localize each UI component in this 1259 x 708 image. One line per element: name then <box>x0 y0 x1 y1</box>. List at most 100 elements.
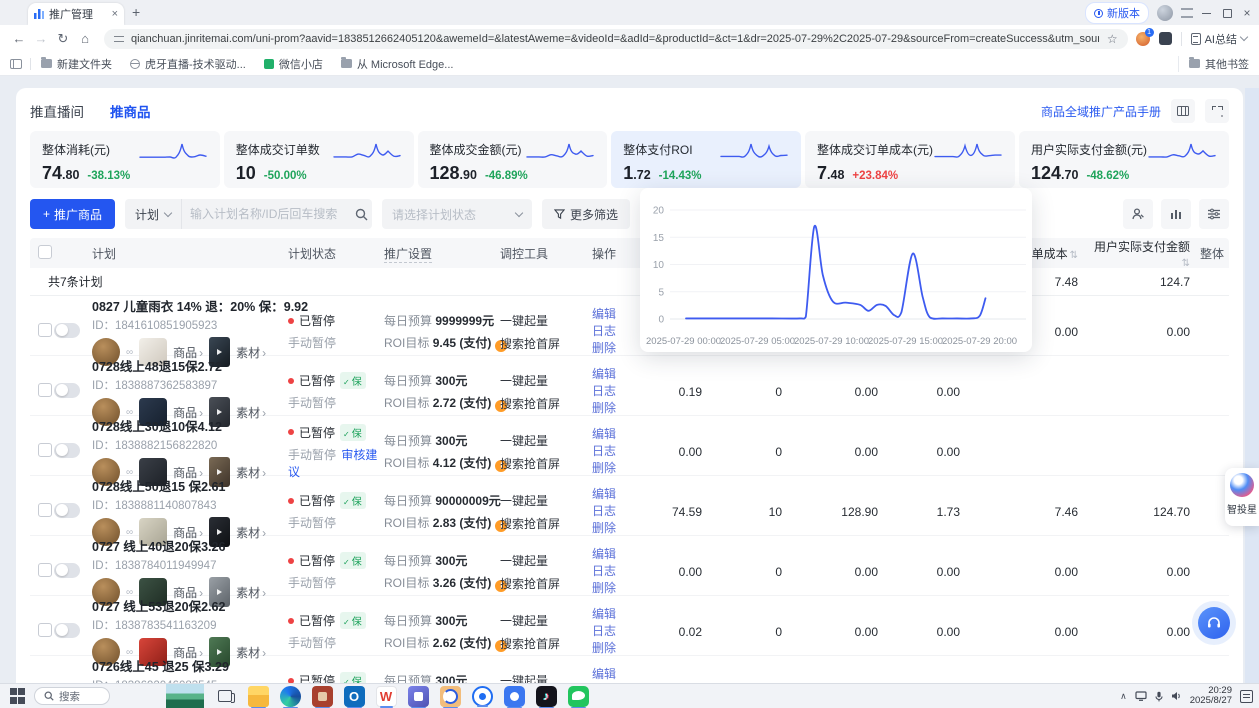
taskbar-search[interactable]: 搜索 <box>34 687 110 705</box>
col-tools[interactable]: 调控工具 <box>500 245 592 262</box>
one-key-boost-link[interactable]: 一键起量 <box>500 432 592 449</box>
row-enable-toggle[interactable] <box>54 323 80 338</box>
address-bar[interactable]: qianchuan.jinritemai.com/uni-prom?aavid=… <box>104 29 1128 49</box>
taskbar-app-icon[interactable] <box>376 686 397 707</box>
log-link[interactable]: 日志 <box>592 563 650 580</box>
product-manual-link[interactable]: 商品全域推广产品手册 <box>1041 103 1161 120</box>
metric-card[interactable]: 用户实际支付金额(元) 124.70 -48.62% <box>1019 131 1229 188</box>
fullscreen-button[interactable] <box>1205 99 1229 123</box>
taskbar-app-icon[interactable] <box>280 686 301 707</box>
window-minimize-button[interactable] <box>1201 7 1213 19</box>
extension-badge-icon[interactable] <box>1136 32 1150 46</box>
page-tab[interactable]: 推商品 <box>110 101 151 121</box>
window-close-button[interactable]: × <box>1241 7 1253 19</box>
taskbar-app-icon[interactable] <box>568 686 589 707</box>
one-key-boost-link[interactable]: 一键起量 <box>500 312 592 329</box>
log-link[interactable]: 日志 <box>592 443 650 460</box>
taskbar-app-icon[interactable] <box>408 686 429 707</box>
metric-card[interactable]: 整体成交订单数 10 -50.00% <box>224 131 414 188</box>
metric-card[interactable]: 整体消耗(元) 74.80 -38.13% <box>30 131 220 188</box>
edit-link[interactable]: 编辑 <box>592 666 650 683</box>
taskbar-app-icon[interactable] <box>440 686 461 707</box>
delete-link[interactable]: 删除 <box>592 640 650 657</box>
one-key-boost-link[interactable]: 一键起量 <box>500 552 592 569</box>
plan-name[interactable]: 0727 线上40退20保3.26 <box>92 536 225 555</box>
metric-card[interactable]: 整体成交金额(元) 128.90 -46.89% <box>418 131 608 188</box>
search-top-screen-link[interactable]: 搜索抢首屏 <box>500 455 592 472</box>
url-text[interactable]: qianchuan.jinritemai.com/uni-prom?aavid=… <box>131 33 1099 45</box>
taskbar-app-icon[interactable] <box>472 686 493 707</box>
delete-link[interactable]: 删除 <box>592 580 650 597</box>
one-key-boost-link[interactable]: 一键起量 <box>500 372 592 389</box>
extension-icon[interactable] <box>1159 32 1172 45</box>
row-checkbox[interactable] <box>38 623 52 637</box>
log-link[interactable]: 日志 <box>592 623 650 640</box>
col-settings[interactable]: 推广设置 <box>384 245 500 262</box>
metric-card[interactable]: 整体支付ROI 1.72 -14.43% <box>611 131 801 188</box>
edit-link[interactable]: 编辑 <box>592 486 650 503</box>
delete-link[interactable]: 删除 <box>592 460 650 477</box>
one-key-boost-link[interactable]: 一键起量 <box>500 492 592 509</box>
other-bookmarks-button[interactable]: 其他书签 <box>1178 56 1249 72</box>
new-tab-button[interactable]: + <box>132 4 140 20</box>
bookmark-item[interactable]: 虎牙直播-技术驱动... <box>130 56 246 72</box>
plan-name[interactable]: 0726线上45 退25 保3.29 <box>92 656 229 675</box>
browser-tab[interactable]: 推广管理 × <box>28 3 124 25</box>
plan-name[interactable]: 0727 线上53退20保2.62 <box>92 596 225 615</box>
reload-button[interactable]: ↻ <box>52 31 74 47</box>
chart-view-button[interactable] <box>1161 199 1191 229</box>
row-enable-toggle[interactable] <box>54 443 80 458</box>
site-settings-icon[interactable] <box>114 35 124 43</box>
promote-product-button[interactable]: +推广商品 <box>30 199 115 229</box>
tray-expand-icon[interactable]: ∧ <box>1120 691 1127 702</box>
tab-close-icon[interactable]: × <box>112 8 118 20</box>
col-plan[interactable]: 计划 <box>92 245 288 262</box>
display-icon[interactable] <box>1135 691 1147 701</box>
column-settings-button[interactable] <box>1171 99 1195 123</box>
search-type-select[interactable]: 计划 <box>125 199 182 229</box>
customer-service-button[interactable] <box>1192 601 1236 645</box>
more-filters-button[interactable]: 更多筛选 <box>542 199 630 229</box>
sort-icon[interactable]: ⇅ <box>1070 250 1078 261</box>
taskbar-app-icon[interactable] <box>344 686 365 707</box>
one-key-boost-link[interactable]: 一键起量 <box>500 612 592 629</box>
plan-name[interactable]: 0827 儿童雨衣 14% 退：20% 保：9.92 <box>92 296 308 315</box>
ai-summary-button[interactable]: AI总结 <box>1191 31 1247 47</box>
row-enable-toggle[interactable] <box>54 563 80 578</box>
plan-status-select[interactable]: 请选择计划状态 <box>382 199 532 229</box>
microphone-icon[interactable] <box>1155 691 1163 702</box>
plan-name[interactable]: 0728线上48退15保2.72 <box>92 356 222 375</box>
row-checkbox[interactable] <box>38 503 52 517</box>
edit-link[interactable]: 编辑 <box>592 546 650 563</box>
one-key-boost-link[interactable]: 一键起量 <box>500 672 592 684</box>
volume-icon[interactable] <box>1171 691 1182 701</box>
side-panel-icon[interactable] <box>10 59 22 69</box>
taskbar-app-icon[interactable] <box>536 686 557 707</box>
scrollbar-track[interactable] <box>1245 88 1259 683</box>
row-checkbox[interactable] <box>38 383 52 397</box>
bookmark-item[interactable]: 新建文件夹 <box>41 56 112 72</box>
table-settings-button[interactable] <box>1199 199 1229 229</box>
audience-button[interactable] <box>1123 199 1153 229</box>
delete-link[interactable]: 删除 <box>592 400 650 417</box>
taskbar-clock[interactable]: 20:29 2025/8/27 <box>1190 686 1232 707</box>
taskbar-app-icon[interactable] <box>248 686 269 707</box>
home-button[interactable]: ⌂ <box>74 31 96 46</box>
browser-menu-icon[interactable] <box>1181 8 1193 18</box>
search-top-screen-link[interactable]: 搜索抢首屏 <box>500 575 592 592</box>
search-top-screen-link[interactable]: 搜索抢首屏 <box>500 635 592 652</box>
page-tab[interactable]: 推直播间 <box>30 101 84 121</box>
select-all-checkbox[interactable] <box>38 245 52 259</box>
edit-link[interactable]: 编辑 <box>592 426 650 443</box>
search-top-screen-link[interactable]: 搜索抢首屏 <box>500 515 592 532</box>
metric-card[interactable]: 整体成交订单成本(元) 7.48 +23.84% <box>805 131 1015 188</box>
row-enable-toggle[interactable] <box>54 503 80 518</box>
assistant-widget[interactable]: 智投星 <box>1225 468 1259 526</box>
row-enable-toggle[interactable] <box>54 623 80 638</box>
sort-icon[interactable]: ⇅ <box>1182 258 1190 269</box>
bookmark-item[interactable]: 从 Microsoft Edge... <box>341 56 454 72</box>
row-checkbox[interactable] <box>38 443 52 457</box>
plan-name[interactable]: 0728线上30退10保4.12 <box>92 416 222 435</box>
search-top-screen-link[interactable]: 搜索抢首屏 <box>500 335 592 352</box>
edit-link[interactable]: 编辑 <box>592 366 650 383</box>
